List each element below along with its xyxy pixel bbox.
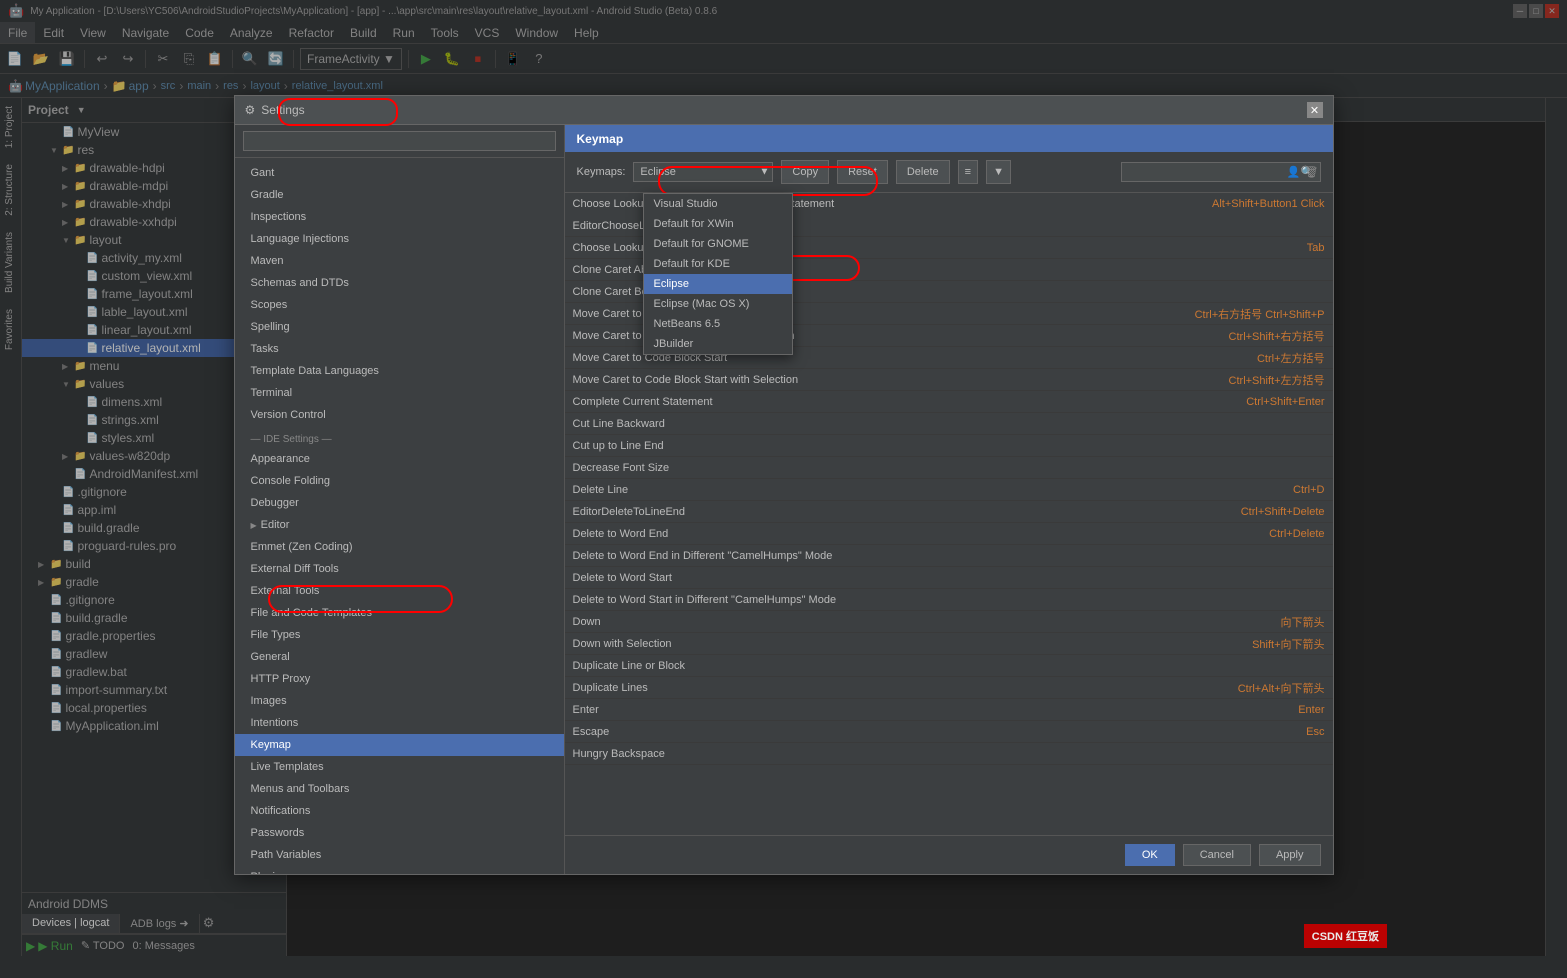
keymap-row-15[interactable]: EditorDeleteToLineEnd Ctrl+Shift+Delete — [565, 501, 1333, 523]
keymap-row-26[interactable]: Hungry Backspace — [565, 743, 1333, 765]
settings-nav-tasks[interactable]: Tasks — [235, 338, 564, 360]
settings-nav-schemas-and-dtds[interactable]: Schemas and DTDs — [235, 272, 564, 294]
settings-nav-http-proxy[interactable]: HTTP Proxy — [235, 668, 564, 690]
delete-shortcut-icon[interactable]: 🗑 — [1305, 166, 1319, 179]
settings-nav-spelling[interactable]: Spelling — [235, 316, 564, 338]
settings-nav-passwords[interactable]: Passwords — [235, 822, 564, 844]
settings-nav-menus-and-toolbars[interactable]: Menus and Toolbars — [235, 778, 564, 800]
keymap-row-20[interactable]: Down 向下箭头 — [565, 611, 1333, 633]
settings-nav-template-data-languages[interactable]: Template Data Languages — [235, 360, 564, 382]
settings-search — [235, 125, 564, 158]
ok-button[interactable]: OK — [1125, 844, 1175, 866]
copy-button-keymap[interactable]: Copy — [781, 160, 829, 184]
settings-nav-gradle[interactable]: Gradle — [235, 184, 564, 206]
keymap-row-14[interactable]: Delete Line Ctrl+D — [565, 479, 1333, 501]
dropdown-item-eclipse-(mac-os-x)[interactable]: Eclipse (Mac OS X) — [644, 294, 792, 314]
keymap-row-9[interactable]: Move Caret to Code Block Start with Sele… — [565, 369, 1333, 391]
settings-nav-appearance[interactable]: Appearance — [235, 448, 564, 470]
keymap-row-25[interactable]: Escape Esc — [565, 721, 1333, 743]
settings-nav-terminal[interactable]: Terminal — [235, 382, 564, 404]
settings-nav-file-types[interactable]: File Types — [235, 624, 564, 646]
settings-nav-external-tools[interactable]: External Tools — [235, 580, 564, 602]
dialog-footer: OK Cancel Apply — [565, 835, 1333, 874]
settings-nav-language-injections[interactable]: Language Injections — [235, 228, 564, 250]
dropdown-item-default-for-xwin[interactable]: Default for XWin — [644, 214, 792, 234]
keymap-search-wrapper: 🔍 👤 🗑 — [1121, 162, 1321, 182]
settings-nav-general[interactable]: General — [235, 646, 564, 668]
settings-nav-intentions[interactable]: Intentions — [235, 712, 564, 734]
settings-content: Keymap Keymaps: Visual StudioDefault for… — [565, 125, 1333, 874]
settings-nav-plugins[interactable]: Plugins — [235, 866, 564, 874]
settings-tree: GantGradleInspectionsLanguage Injections… — [235, 158, 564, 874]
keymap-row-24[interactable]: Enter Enter — [565, 699, 1333, 721]
dropdown-item-eclipse[interactable]: Eclipse — [644, 274, 792, 294]
settings-nav-editor[interactable]: Editor — [235, 514, 564, 536]
dialog-overlay: ⚙ Settings ✕ GantGradleInspectionsLangua… — [0, 0, 1567, 978]
dropdown-item-default-for-gnome[interactable]: Default for GNOME — [644, 234, 792, 254]
keymap-select[interactable]: Visual StudioDefault for XWinDefault for… — [633, 162, 773, 182]
keymap-row-21[interactable]: Down with Selection Shift+向下箭头 — [565, 633, 1333, 655]
cancel-button[interactable]: Cancel — [1183, 844, 1251, 866]
settings-title: Settings — [261, 103, 304, 117]
keymap-row-12[interactable]: Cut up to Line End — [565, 435, 1333, 457]
settings-nav-file-and-code-templates[interactable]: File and Code Templates — [235, 602, 564, 624]
settings-nav-images[interactable]: Images — [235, 690, 564, 712]
delete-button[interactable]: Delete — [896, 160, 950, 184]
settings-nav-debugger[interactable]: Debugger — [235, 492, 564, 514]
settings-search-input[interactable] — [243, 131, 556, 151]
keymap-row-13[interactable]: Decrease Font Size — [565, 457, 1333, 479]
settings-nav-gant[interactable]: Gant — [235, 162, 564, 184]
apply-button[interactable]: Apply — [1259, 844, 1321, 866]
add-user-icon[interactable]: 👤 — [1287, 166, 1301, 179]
settings-nav: GantGradleInspectionsLanguage Injections… — [235, 125, 565, 874]
reset-button[interactable]: Reset — [837, 160, 888, 184]
settings-dialog: ⚙ Settings ✕ GantGradleInspectionsLangua… — [234, 95, 1334, 875]
keymap-row-17[interactable]: Delete to Word End in Different "CamelHu… — [565, 545, 1333, 567]
keymap-row-18[interactable]: Delete to Word Start — [565, 567, 1333, 589]
settings-nav-notifications[interactable]: Notifications — [235, 800, 564, 822]
settings-section-ide-settings: — IDE Settings — — [235, 426, 564, 448]
sort-button[interactable]: ≡ — [958, 160, 978, 184]
dialog-body: GantGradleInspectionsLanguage Injections… — [235, 125, 1333, 874]
keymap-toolbar: Keymaps: Visual StudioDefault for XWinDe… — [565, 152, 1333, 193]
settings-nav-live-templates[interactable]: Live Templates — [235, 756, 564, 778]
keymap-row-19[interactable]: Delete to Word Start in Different "Camel… — [565, 589, 1333, 611]
keymap-row-11[interactable]: Cut Line Backward — [565, 413, 1333, 435]
dropdown-item-default-for-kde[interactable]: Default for KDE — [644, 254, 792, 274]
keymap-header: Keymap — [565, 125, 1333, 152]
settings-nav-path-variables[interactable]: Path Variables — [235, 844, 564, 866]
settings-nav-external-diff-tools[interactable]: External Diff Tools — [235, 558, 564, 580]
keymap-row-23[interactable]: Duplicate Lines Ctrl+Alt+向下箭头 — [565, 677, 1333, 699]
keymap-dropdown: Visual StudioDefault for XWinDefault for… — [643, 193, 793, 355]
settings-nav-keymap[interactable]: Keymap — [235, 734, 564, 756]
dialog-close-button[interactable]: ✕ — [1307, 102, 1323, 118]
watermark: CSDN 红豆饭 — [1304, 924, 1387, 948]
dialog-titlebar: ⚙ Settings ✕ — [235, 96, 1333, 125]
settings-nav-emmet--zen-coding-[interactable]: Emmet (Zen Coding) — [235, 536, 564, 558]
keymap-row-10[interactable]: Complete Current Statement Ctrl+Shift+En… — [565, 391, 1333, 413]
keymap-row-22[interactable]: Duplicate Line or Block — [565, 655, 1333, 677]
dropdown-item-visual-studio[interactable]: Visual Studio — [644, 194, 792, 214]
keymaps-label: Keymaps: — [577, 166, 626, 178]
dropdown-item-netbeans-6.5[interactable]: NetBeans 6.5 — [644, 314, 792, 334]
settings-nav-inspections[interactable]: Inspections — [235, 206, 564, 228]
filter-button[interactable]: ▼ — [986, 160, 1011, 184]
keymap-select-wrapper: Visual StudioDefault for XWinDefault for… — [633, 162, 773, 182]
settings-nav-version-control[interactable]: Version Control — [235, 404, 564, 426]
dropdown-item-jbuilder[interactable]: JBuilder — [644, 334, 792, 354]
keymap-row-16[interactable]: Delete to Word End Ctrl+Delete — [565, 523, 1333, 545]
settings-icon: ⚙ — [245, 103, 256, 117]
settings-nav-console-folding[interactable]: Console Folding — [235, 470, 564, 492]
settings-nav-maven[interactable]: Maven — [235, 250, 564, 272]
settings-nav-scopes[interactable]: Scopes — [235, 294, 564, 316]
